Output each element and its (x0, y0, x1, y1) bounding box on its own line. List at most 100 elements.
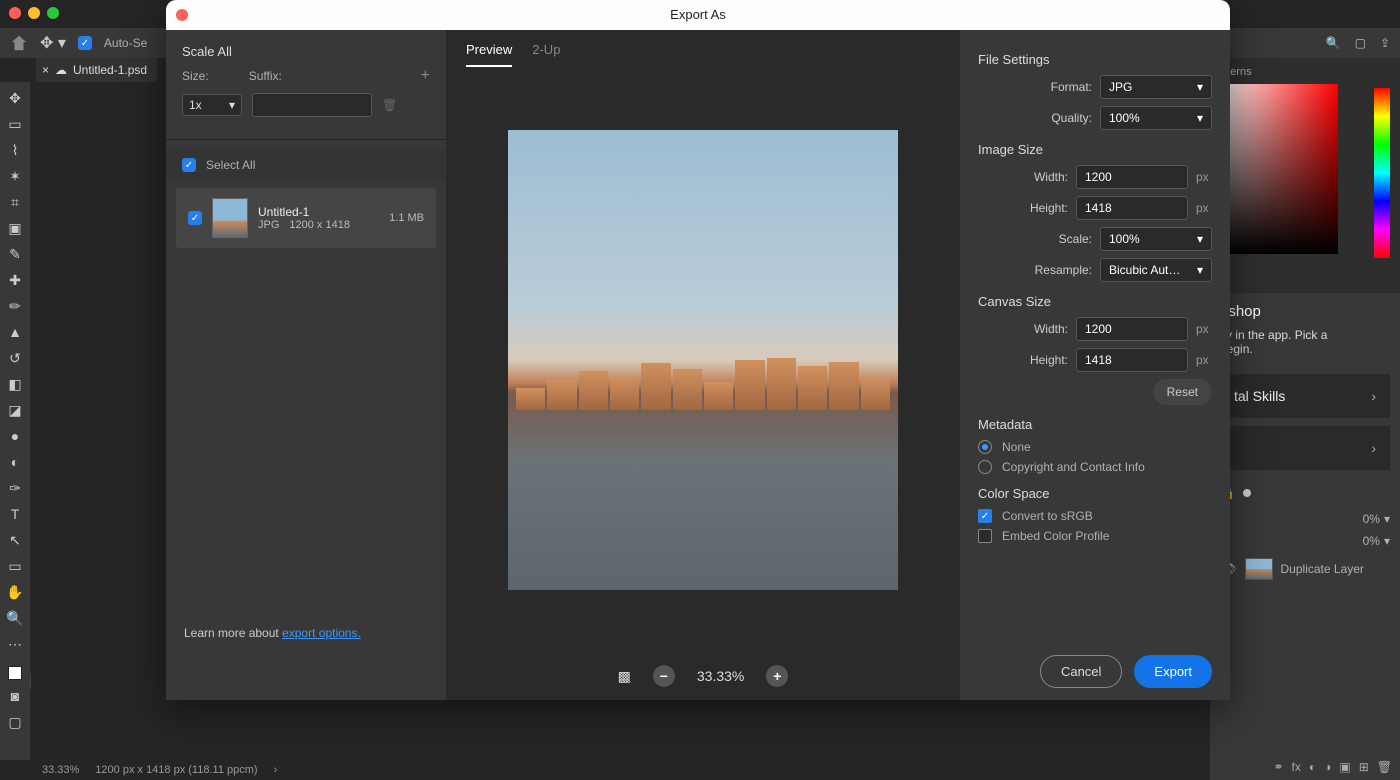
dialog-titlebar: Export As (166, 0, 1230, 30)
item-thumbnail (212, 198, 248, 238)
trash-icon[interactable]: 🗑 (1377, 760, 1392, 774)
window-traffic-lights (9, 7, 59, 19)
zoom-tool-icon[interactable]: 🔍 (5, 608, 25, 628)
marquee-tool-icon[interactable]: ▭ (5, 114, 25, 134)
zoom-out-button[interactable]: − (653, 665, 675, 687)
skills-label: tal Skills (1234, 388, 1285, 404)
brush-tool-icon[interactable]: ✏ (5, 296, 25, 316)
move-tool-icon[interactable]: ✥ ▾ (40, 33, 66, 53)
srgb-label: Convert to sRGB (1002, 509, 1093, 523)
wand-tool-icon[interactable]: ✶ (5, 166, 25, 186)
format-select[interactable]: JPG▾ (1100, 75, 1212, 99)
export-settings-pane: File Settings Format: JPG▾ Quality: 100%… (960, 30, 1230, 700)
blank-card[interactable]: › (1220, 426, 1390, 470)
stamp-tool-icon[interactable]: ▲ (5, 322, 25, 342)
suffix-input[interactable] (252, 93, 372, 117)
quick-mask-icon[interactable]: ◙ (5, 686, 25, 706)
eraser-tool-icon[interactable]: ◧ (5, 374, 25, 394)
layer-thumbnail (1245, 558, 1273, 580)
cloud-icon: ☁ (55, 63, 67, 77)
cheight-input[interactable]: 1418 (1076, 348, 1188, 372)
adjustment-icon[interactable]: ◑ (1324, 760, 1331, 774)
hand-tool-icon[interactable]: ✋ (5, 582, 25, 602)
minimize-icon[interactable] (28, 7, 40, 19)
dialog-title: Export As (670, 7, 726, 22)
mask-icon[interactable]: ◐ (1309, 760, 1316, 774)
zoom-in-button[interactable]: + (766, 665, 788, 687)
zoom-controls: ▩ − 33.33% + (446, 652, 960, 700)
lasso-tool-icon[interactable]: ⌇ (5, 140, 25, 160)
search-icon[interactable]: 🔍 (1326, 36, 1341, 50)
patterns-tab[interactable]: atterns (1218, 66, 1392, 78)
close-icon[interactable] (9, 7, 21, 19)
zoom-level[interactable]: 33.33% (42, 764, 79, 776)
close-icon[interactable] (176, 9, 188, 21)
width-label: Width: (978, 170, 1068, 184)
preview-image (508, 130, 898, 590)
share-icon[interactable]: ⇪ (1380, 36, 1390, 50)
document-tab[interactable]: × ☁ Untitled-1.psd (36, 58, 157, 82)
auto-select-checkbox[interactable]: ✓ (78, 36, 92, 50)
frame-tool-icon[interactable]: ▣ (5, 218, 25, 238)
embed-profile-checkbox[interactable] (978, 529, 992, 543)
metadata-copyright-label: Copyright and Contact Info (1002, 460, 1145, 474)
select-all-checkbox[interactable]: ✓ (182, 158, 196, 172)
fx-icon[interactable]: fx (1292, 760, 1301, 774)
maximize-icon[interactable] (47, 7, 59, 19)
metadata-copyright-radio[interactable] (978, 460, 992, 474)
cancel-button[interactable]: Cancel (1040, 655, 1122, 688)
path-tool-icon[interactable]: ↖ (5, 530, 25, 550)
opacity-slider-dot[interactable] (1243, 489, 1251, 497)
srgb-checkbox[interactable]: ✓ (978, 509, 992, 523)
screen-mode-icon[interactable]: ▢ (5, 712, 25, 732)
skills-card[interactable]: tal Skills › (1220, 374, 1390, 418)
blur-tool-icon[interactable]: ● (5, 426, 25, 446)
cwidth-input[interactable]: 1200 (1076, 317, 1188, 341)
delete-size-icon[interactable]: 🗑 (382, 98, 397, 112)
height-input[interactable]: 1418 (1076, 196, 1188, 220)
quality-select[interactable]: 100%▾ (1100, 106, 1212, 130)
height-label: Height: (978, 201, 1068, 215)
metadata-none-radio[interactable] (978, 440, 992, 454)
export-item[interactable]: ✓ Untitled-1 JPG 1200 x 1418 1.1 MB (176, 188, 436, 248)
resample-select[interactable]: Bicubic Aut…▾ (1100, 258, 1212, 282)
close-tab-icon[interactable]: × (42, 63, 49, 77)
learn-panel: oshop tly in the app. Pick a begin. (1210, 293, 1400, 366)
width-input[interactable]: 1200 (1076, 165, 1188, 189)
tab-preview[interactable]: Preview (466, 42, 512, 67)
export-button[interactable]: Export (1134, 655, 1212, 688)
artboard-icon[interactable]: ▢ (1355, 36, 1366, 50)
crop-tool-icon[interactable]: ⌗ (5, 192, 25, 212)
artboard-toggle-icon[interactable]: ▩ (618, 668, 631, 685)
type-tool-icon[interactable]: T (5, 504, 25, 524)
eyedropper-tool-icon[interactable]: ✎ (5, 244, 25, 264)
shape-tool-icon[interactable]: ▭ (5, 556, 25, 576)
tab-two-up[interactable]: 2-Up (532, 42, 560, 67)
opacity-value: 0% (1363, 512, 1380, 526)
canvas-size-title: Canvas Size (978, 294, 1212, 309)
hue-slider[interactable] (1374, 88, 1390, 258)
reset-button[interactable]: Reset (1153, 379, 1212, 405)
home-icon[interactable] (10, 34, 28, 52)
color-field[interactable] (1218, 84, 1338, 254)
dodge-tool-icon[interactable]: ◐ (5, 452, 25, 472)
heal-tool-icon[interactable]: ✚ (5, 270, 25, 290)
pen-tool-icon[interactable]: ✑ (5, 478, 25, 498)
doc-dimensions: 1200 px x 1418 px (118.11 ppcm) (95, 764, 257, 776)
image-size-title: Image Size (978, 142, 1212, 157)
color-swatch[interactable] (8, 666, 22, 680)
more-tools-icon[interactable]: ⋯ (5, 634, 25, 654)
select-all-row[interactable]: ✓ Select All (166, 148, 446, 182)
add-size-icon[interactable]: + (421, 67, 430, 85)
link-layers-icon[interactable]: ⚭ (1273, 760, 1283, 774)
scale-select[interactable]: 1x▾ (182, 94, 242, 116)
history-tool-icon[interactable]: ↺ (5, 348, 25, 368)
new-layer-icon[interactable]: ⊞ (1359, 760, 1369, 774)
folder-icon[interactable]: ▣ (1339, 760, 1350, 774)
move-tool-icon[interactable]: ✥ (5, 88, 25, 108)
item-checkbox[interactable]: ✓ (188, 211, 202, 225)
gradient-tool-icon[interactable]: ◪ (5, 400, 25, 420)
chevron-right-icon[interactable]: › (274, 764, 278, 776)
layer-row[interactable]: 👁 Duplicate Layer (1210, 552, 1400, 586)
scale-select[interactable]: 100%▾ (1100, 227, 1212, 251)
